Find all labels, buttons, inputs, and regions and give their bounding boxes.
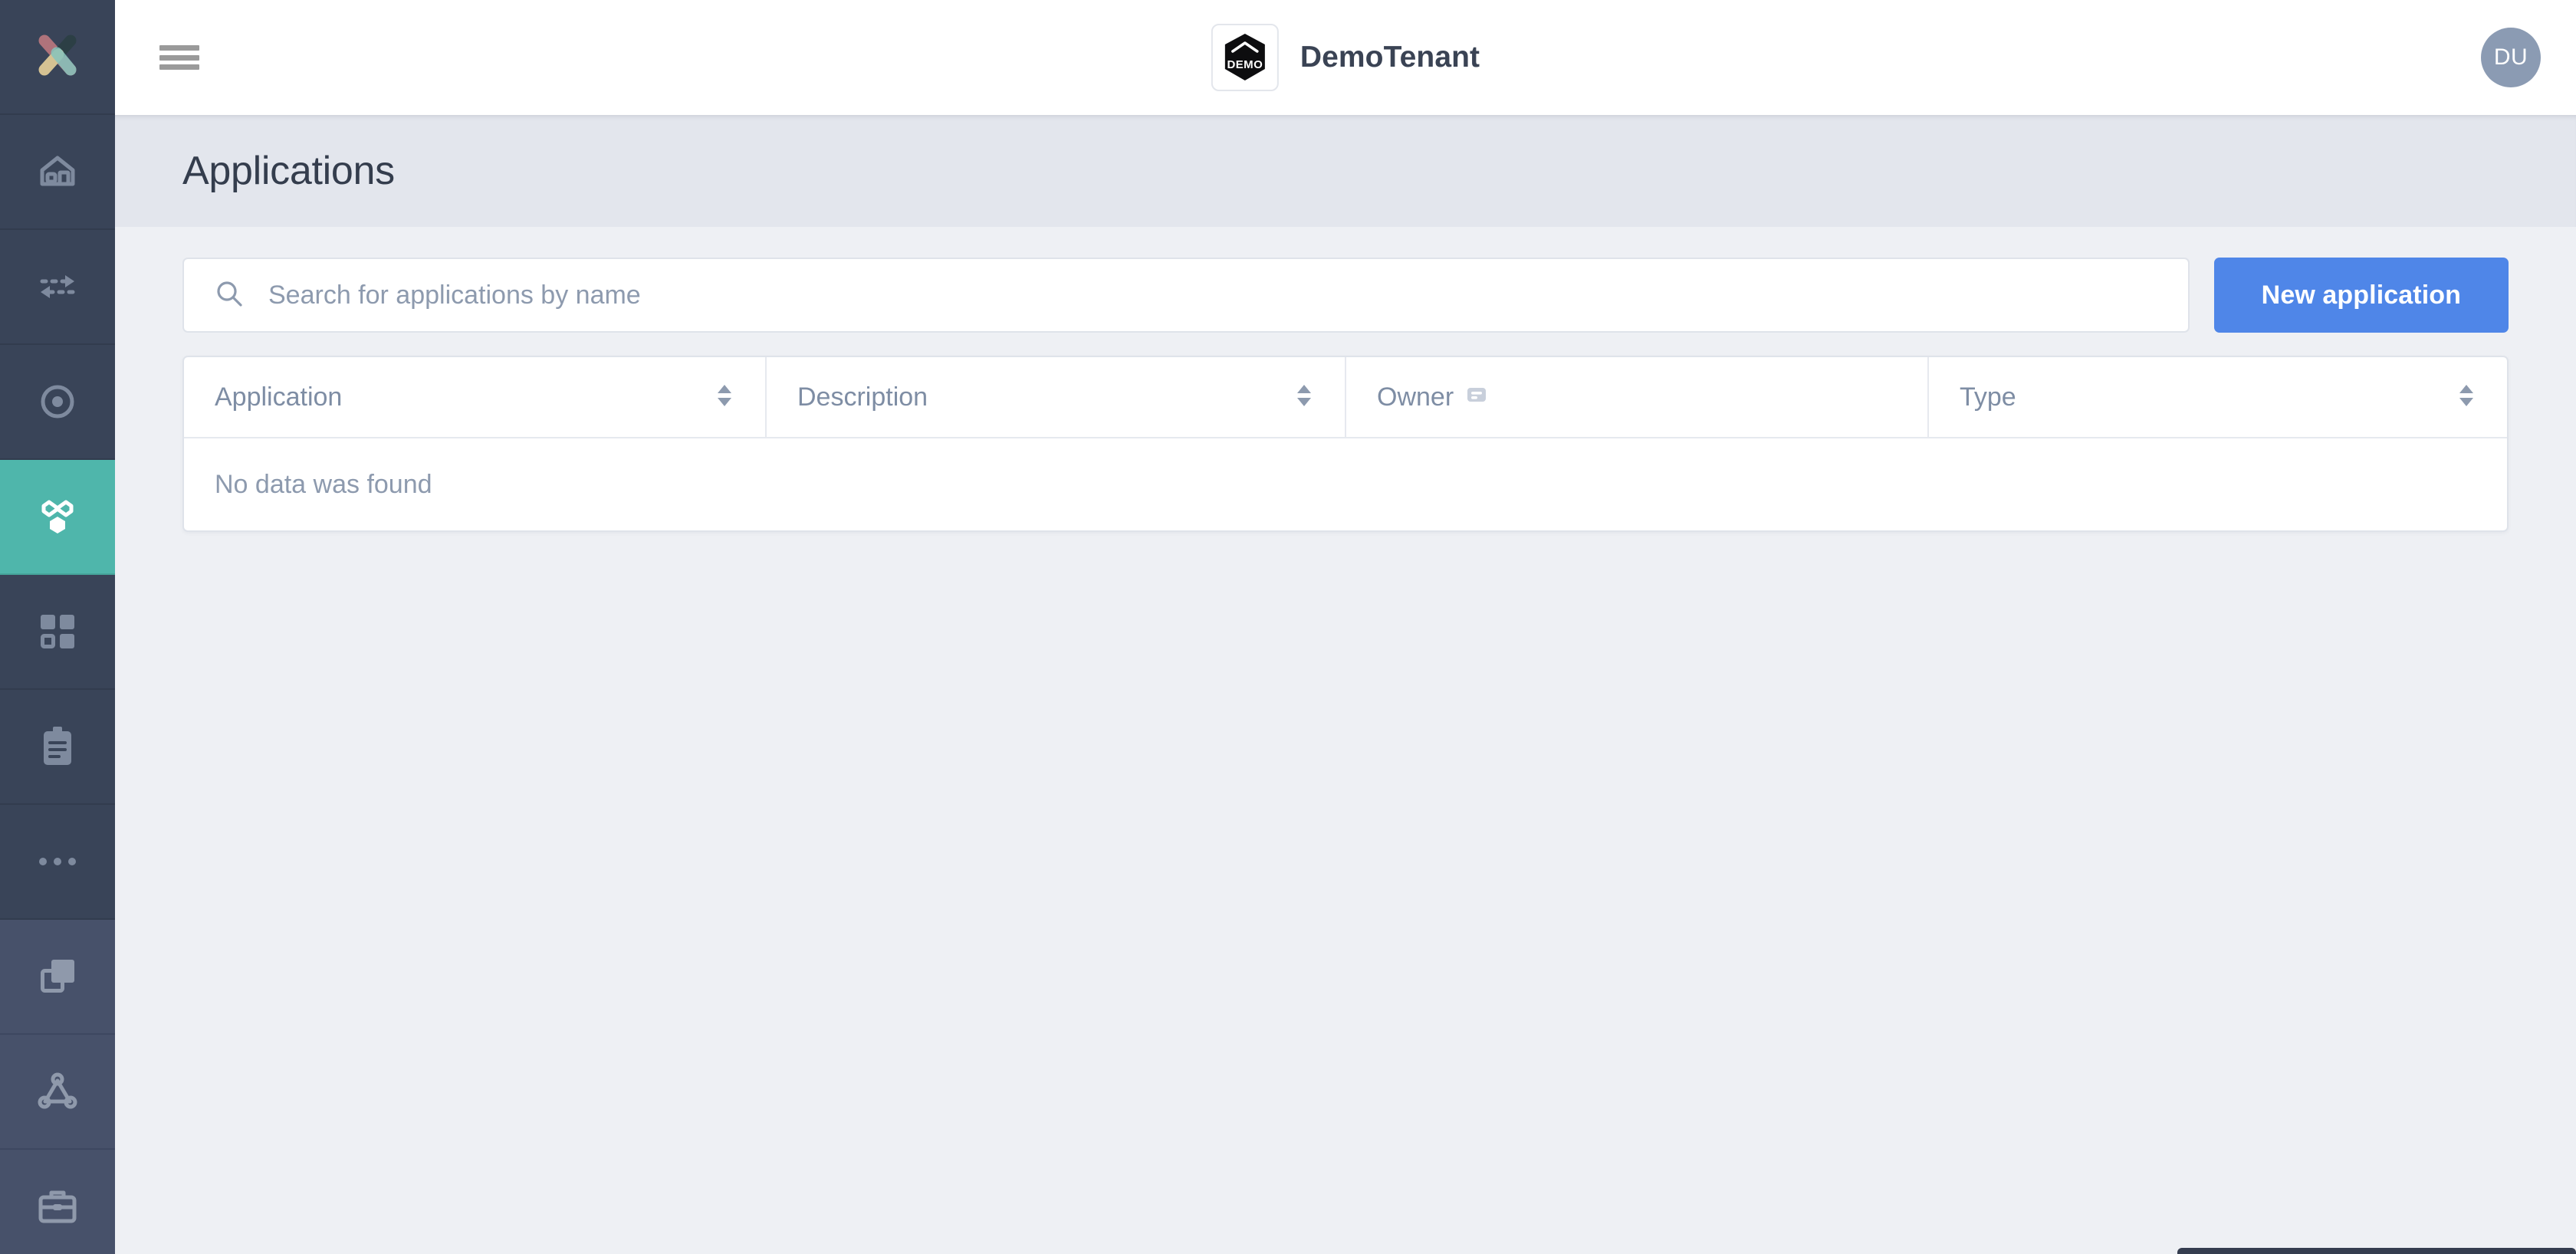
column-label: Owner xyxy=(1377,382,1454,412)
application-window: DEMO DemoTenant DU Applications Search f… xyxy=(0,0,2576,1254)
app-logo[interactable] xyxy=(0,0,115,115)
sidebar-item-more[interactable] xyxy=(0,805,115,920)
sidebar-item-resources[interactable] xyxy=(0,920,115,1035)
page-header-band: Applications xyxy=(115,115,2576,227)
copy-layers-icon xyxy=(38,957,77,996)
applications-table: Application Description Owner Type No da… xyxy=(182,356,2509,532)
column-label: Description xyxy=(797,382,928,412)
column-header-application[interactable]: Application xyxy=(184,357,767,437)
bottom-docked-widget[interactable] xyxy=(2177,1248,2576,1254)
column-header-type[interactable]: Type xyxy=(1929,357,2507,437)
filter-icon[interactable] xyxy=(1466,382,1487,412)
grid-apps-icon xyxy=(38,612,77,652)
column-label: Application xyxy=(215,382,343,412)
new-application-button[interactable]: New application xyxy=(2213,258,2509,333)
sidebar-item-applications[interactable] xyxy=(0,460,115,575)
sidebar-item-list xyxy=(0,115,115,1254)
page-title: Applications xyxy=(182,149,395,193)
column-header-description[interactable]: Description xyxy=(767,357,1346,437)
sidebar-item-topology[interactable] xyxy=(0,1035,115,1150)
search-input[interactable] xyxy=(268,280,2157,310)
target-record-icon xyxy=(36,380,79,423)
sort-icon[interactable] xyxy=(1294,382,1314,412)
hamburger-line xyxy=(159,64,199,70)
sidebar-item-monitoring[interactable] xyxy=(0,345,115,460)
tenant-logo-text: DEMO xyxy=(1227,58,1263,71)
hexagon-network-icon xyxy=(34,494,80,540)
hamburger-menu-icon[interactable] xyxy=(159,41,204,74)
sidebar-item-toolbox[interactable] xyxy=(0,1150,115,1254)
home-icon xyxy=(36,150,79,193)
column-label: Type xyxy=(1960,382,2016,412)
main-region: DEMO DemoTenant DU Applications Search f… xyxy=(115,0,2576,1254)
primary-sidebar xyxy=(0,0,115,1254)
sidebar-item-transfers[interactable] xyxy=(0,230,115,345)
ellipsis-icon xyxy=(38,854,77,869)
tenant-name: DemoTenant xyxy=(1300,41,1480,74)
column-header-owner[interactable]: Owner xyxy=(1346,357,1929,437)
hamburger-line xyxy=(159,54,199,61)
table-empty-message: No data was found xyxy=(215,469,432,499)
tenant-logo: DEMO xyxy=(1211,24,1279,91)
tenant-selector[interactable]: DEMO DemoTenant xyxy=(1211,24,1480,91)
top-bar: DEMO DemoTenant DU xyxy=(115,0,2576,115)
sort-icon[interactable] xyxy=(715,382,734,412)
x-cross-logo-icon xyxy=(32,30,83,84)
search-icon xyxy=(215,279,244,312)
exchange-arrows-icon xyxy=(36,265,79,308)
search-box[interactable] xyxy=(182,258,2190,333)
topology-icon xyxy=(37,1072,78,1111)
toolbar: New application xyxy=(182,258,2509,333)
clipboard-icon xyxy=(38,726,77,767)
briefcase-icon xyxy=(36,1188,79,1225)
sidebar-item-modules[interactable] xyxy=(0,575,115,690)
sort-icon[interactable] xyxy=(2456,382,2476,412)
column-label-wrap: Owner xyxy=(1377,382,1487,412)
avatar[interactable]: DU xyxy=(2481,28,2541,87)
page-content: New application Application xyxy=(115,227,2576,1254)
sidebar-item-home[interactable] xyxy=(0,115,115,230)
table-header-row: Application Description Owner Type xyxy=(184,357,2507,438)
sidebar-item-reports[interactable] xyxy=(0,690,115,805)
hamburger-line xyxy=(159,45,199,51)
